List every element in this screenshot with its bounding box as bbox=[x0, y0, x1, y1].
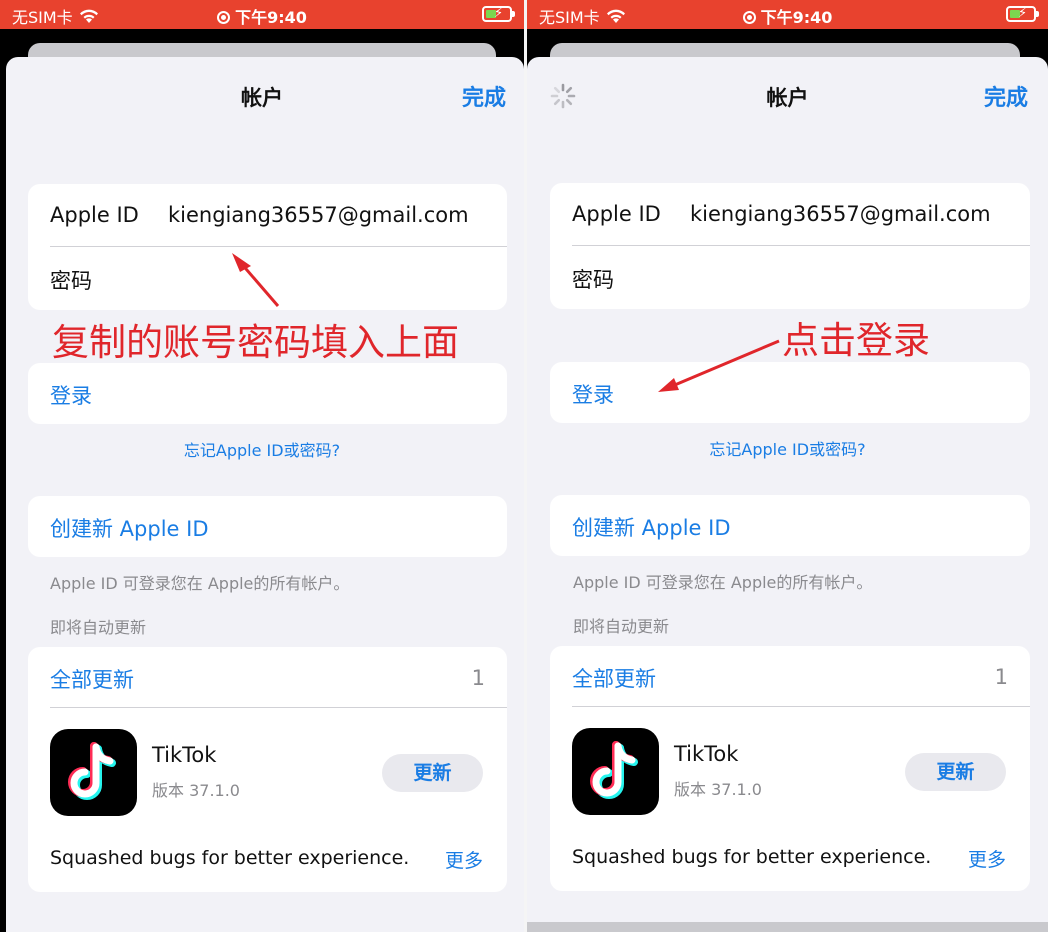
sign-in-button[interactable]: 登录 bbox=[572, 379, 1030, 409]
done-button[interactable]: 完成 bbox=[984, 80, 1028, 112]
separator bbox=[572, 245, 1030, 246]
update-button[interactable]: 更新 bbox=[905, 753, 1006, 791]
section-header: 即将自动更新 bbox=[573, 617, 670, 636]
create-apple-id-group: 创建新 Apple ID bbox=[550, 495, 1030, 556]
sign-in-button[interactable]: 登录 bbox=[50, 380, 507, 410]
create-apple-id-group: 创建新 Apple ID bbox=[28, 496, 507, 557]
nav-title: 帐户 bbox=[766, 86, 809, 110]
create-apple-id-button[interactable]: 创建新 Apple ID bbox=[572, 512, 1030, 542]
separator bbox=[50, 707, 507, 708]
credentials-group: Apple ID kiengiang36557@gmail.com 密码 bbox=[28, 184, 507, 310]
app-version: 版本 37.1.0 bbox=[674, 780, 762, 799]
create-apple-id-button[interactable]: 创建新 Apple ID bbox=[50, 513, 507, 543]
nav-title: 帐户 bbox=[241, 86, 283, 110]
app-name: TikTok bbox=[152, 743, 217, 767]
sign-in-group: 登录 bbox=[550, 362, 1030, 423]
apple-id-label: Apple ID bbox=[50, 203, 139, 227]
apple-id-footnote: Apple ID 可登录您在 Apple的所有帐户。 bbox=[573, 573, 873, 592]
status-time: 下午9:40 bbox=[235, 8, 307, 27]
tiktok-app-icon[interactable] bbox=[572, 728, 659, 815]
credentials-group: Apple ID kiengiang36557@gmail.com 密码 bbox=[550, 183, 1030, 309]
status-time: 下午9:40 bbox=[760, 8, 833, 27]
forgot-apple-id-link[interactable]: 忘记Apple ID或密码? bbox=[0, 437, 524, 461]
screen-record-icon bbox=[217, 11, 231, 24]
update-button[interactable]: 更新 bbox=[382, 754, 483, 792]
release-notes: Squashed bugs for better experience. bbox=[50, 847, 410, 869]
more-link[interactable]: 更多 bbox=[445, 846, 483, 873]
update-count: 1 bbox=[471, 666, 485, 690]
apple-id-field[interactable]: kiengiang36557@gmail.com bbox=[690, 202, 991, 226]
updates-group: 全部更新 1 TikTok 版本 37.1.0 更新 Squashed bugs… bbox=[550, 646, 1030, 891]
password-field[interactable]: 密码 bbox=[50, 265, 92, 295]
battery-charging-icon: ⚡ bbox=[1006, 6, 1039, 22]
annotation-text: 复制的账号密码填入上面 bbox=[52, 321, 459, 364]
forgot-apple-id-link[interactable]: 忘记Apple ID或密码? bbox=[527, 436, 1048, 460]
status-bar: 无SIM卡 下午9:40 ⚡ bbox=[0, 0, 524, 29]
app-name: TikTok bbox=[674, 742, 739, 766]
battery-charging-icon: ⚡ bbox=[482, 6, 515, 22]
separator bbox=[572, 706, 1030, 707]
release-notes: Squashed bugs for better experience. bbox=[572, 846, 932, 868]
more-link[interactable]: 更多 bbox=[968, 845, 1006, 872]
updates-group: 全部更新 1 TikTok 版本 37.1.0 更新 Squashed bugs… bbox=[28, 647, 507, 892]
apple-id-footnote: Apple ID 可登录您在 Apple的所有帐户。 bbox=[50, 574, 350, 593]
screen-record-icon bbox=[742, 11, 756, 24]
bottom-bar bbox=[527, 922, 1048, 932]
app-version: 版本 37.1.0 bbox=[152, 781, 240, 800]
done-button[interactable]: 完成 bbox=[462, 80, 506, 112]
screenshot-panel-left: 无SIM卡 下午9:40 ⚡ 帐户 完成 Apple ID kiengiang3… bbox=[0, 0, 524, 932]
update-all-button[interactable]: 全部更新 bbox=[50, 664, 507, 694]
status-bar: 无SIM卡 下午9:40 ⚡ bbox=[527, 0, 1048, 29]
update-count: 1 bbox=[994, 665, 1008, 689]
password-field[interactable]: 密码 bbox=[572, 264, 614, 294]
apple-id-field[interactable]: kiengiang36557@gmail.com bbox=[168, 203, 469, 227]
screenshot-panel-right: 无SIM卡 下午9:40 ⚡ 帐户 完成 Apple ID kiengiang3… bbox=[527, 0, 1048, 932]
section-header: 即将自动更新 bbox=[50, 618, 147, 637]
sign-in-group: 登录 bbox=[28, 363, 507, 424]
apple-id-label: Apple ID bbox=[572, 202, 661, 226]
update-all-button[interactable]: 全部更新 bbox=[572, 663, 1030, 693]
separator bbox=[50, 246, 507, 247]
tiktok-app-icon[interactable] bbox=[50, 729, 137, 816]
annotation-text: 点击登录 bbox=[782, 319, 930, 362]
